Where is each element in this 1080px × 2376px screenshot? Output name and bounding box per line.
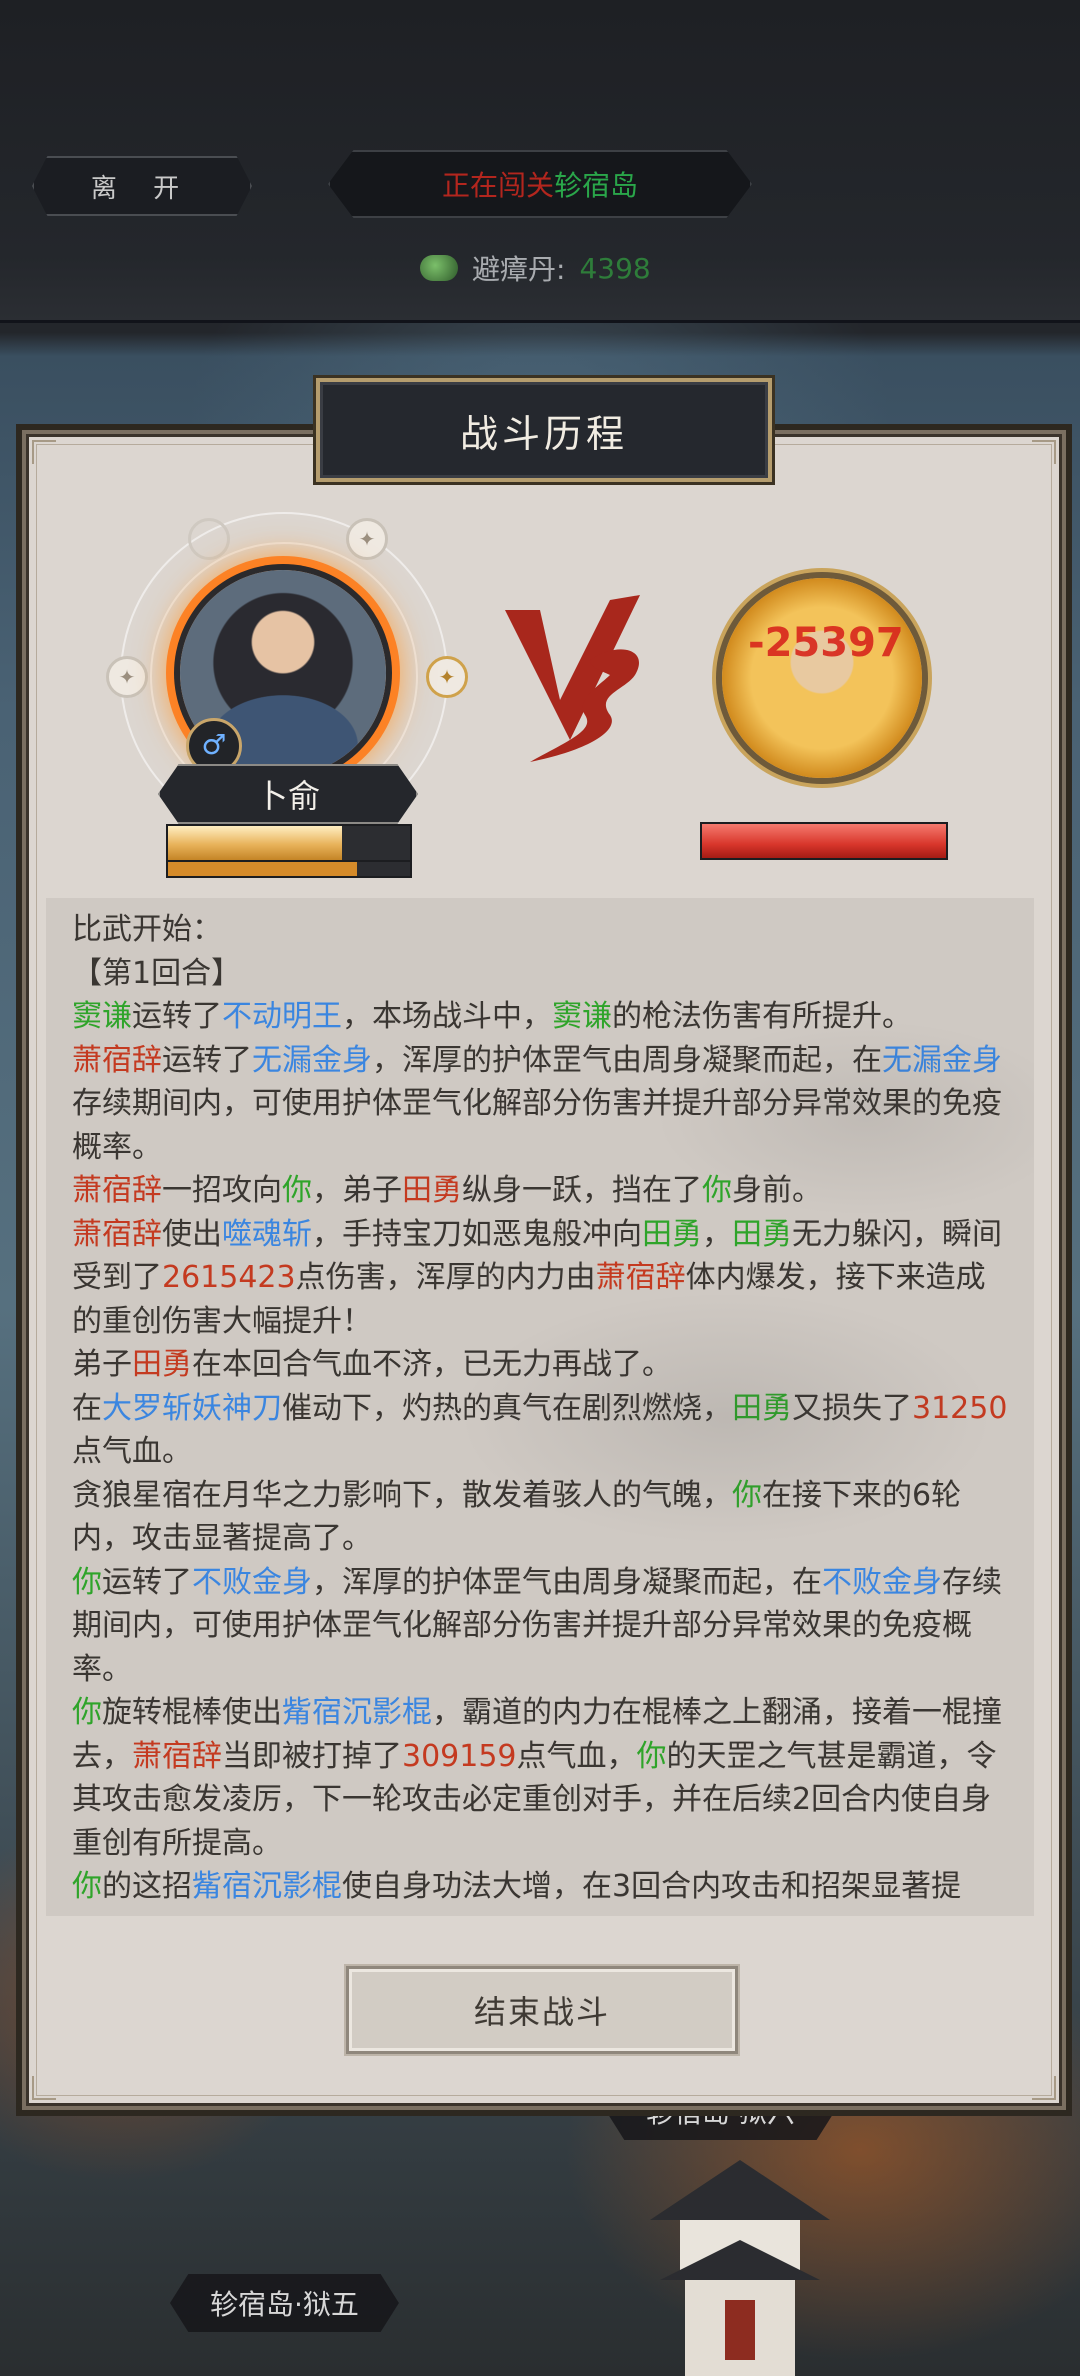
- player-hp-bar: [166, 824, 412, 862]
- log-line: 在大罗斩妖神刀催动下，灼热的真气在剧烈燃烧，田勇又损失了31250点气血。: [72, 1390, 1008, 1470]
- damage-number: -25397: [748, 620, 904, 666]
- log-line: 你旋转棍棒使出觜宿沉影棍，霸道的内力在棍棒之上翻涌，接着一棍撞去，萧宿辞当即被打…: [72, 1695, 1002, 1861]
- status-location: 轸宿岛: [554, 169, 639, 202]
- vs-icon: [505, 595, 640, 762]
- log-line: 萧宿辞使出噬魂斩，手持宝刀如恶鬼般冲向田勇，田勇无力躲闪，瞬间受到了261542…: [72, 1216, 1002, 1339]
- battle-log-text: 比武开始： 【第1回合】 窦谦运转了不动明王，本场战斗中，窦谦的枪法伤害有所提升…: [72, 908, 1012, 1909]
- star-badge-icon: ✦: [426, 656, 468, 698]
- end-battle-button[interactable]: 结束战斗: [346, 1966, 738, 2054]
- dialog-title: 战斗历程: [316, 378, 772, 482]
- status-prefix: 正在闯关: [441, 169, 554, 202]
- player-energy-bar: [166, 860, 412, 878]
- corner-ornament: [1032, 440, 1056, 464]
- log-line: 你运转了不败金身，浑厚的护体罡气由周身凝聚而起，在不败金身存续期间内，可使用护体…: [72, 1564, 1002, 1687]
- corner-ornament: [32, 2076, 56, 2100]
- pavilion-building-icon: [650, 2160, 830, 2376]
- star-badge-icon: ✦: [346, 518, 388, 560]
- item-counter: 避瘴丹: 4398: [420, 246, 651, 290]
- stage-status-banner: 正在闯关 轸宿岛: [328, 150, 752, 218]
- log-line: 比武开始：: [72, 912, 222, 947]
- log-line: 【第1回合】: [72, 955, 242, 991]
- log-line: 萧宿辞运转了无漏金身，浑厚的护体罡气由周身凝聚而起，在无漏金身存续期间内，可使用…: [72, 1042, 1002, 1165]
- corner-ornament: [1032, 2076, 1056, 2100]
- log-line: 贪狼星宿在月华之力影响下，散发着骇人的气魄，你在接下来的6轮内，攻击显著提高了。: [72, 1477, 962, 1557]
- log-line: 你的这招觜宿沉影棍使自身功法大增，在3回合内攻击和招架显著提: [72, 1869, 962, 1904]
- battle-log-scroll[interactable]: 比武开始： 【第1回合】 窦谦运转了不动明王，本场战斗中，窦谦的枪法伤害有所提升…: [46, 898, 1034, 1916]
- top-bar: 离 开 正在闯关 轸宿岛 避瘴丹: 4398: [0, 0, 1080, 323]
- leave-button[interactable]: 离 开: [32, 156, 252, 216]
- enemy-hp-bar: [700, 822, 948, 860]
- enemy-portrait: [722, 578, 922, 778]
- map-node-prison-5[interactable]: 轸宿岛·狱五: [170, 2274, 399, 2332]
- corner-ornament: [32, 440, 56, 464]
- player-name: 卜俞: [158, 764, 418, 824]
- pill-icon: [420, 255, 458, 281]
- item-value: 4398: [579, 251, 651, 285]
- log-line: 萧宿辞一招攻向你，弟子田勇纵身一跃，挡在了你身前。: [72, 1173, 822, 1208]
- log-line: 弟子田勇在本回合气血不济，已无力再战了。: [72, 1347, 672, 1382]
- item-label: 避瘴丹:: [472, 253, 566, 286]
- empty-skill-slot: [188, 518, 230, 560]
- log-line: 窦谦运转了不动明王，本场战斗中，窦谦的枪法伤害有所提升。: [72, 999, 912, 1034]
- star-badge-icon: ✦: [106, 656, 148, 698]
